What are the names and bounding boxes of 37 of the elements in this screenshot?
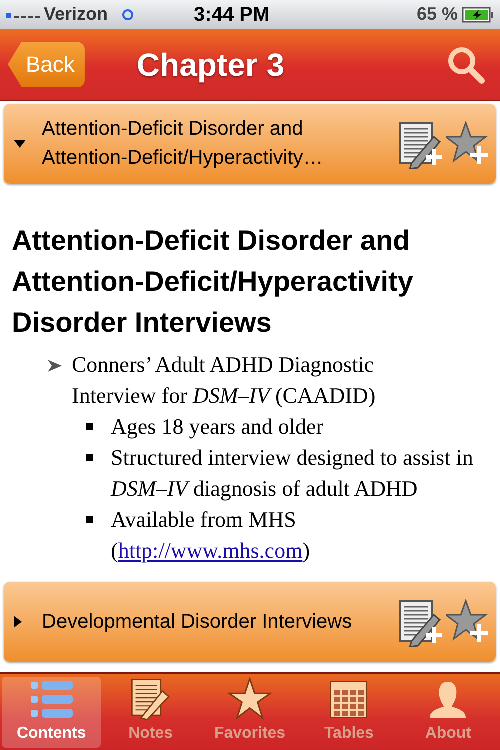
tab[interactable]: Tables xyxy=(300,677,399,748)
square-bullet-icon xyxy=(86,454,93,461)
section-header[interactable]: Developmental Disorder Interviews xyxy=(4,582,496,662)
tab[interactable]: Favorites xyxy=(200,677,300,748)
add-note-icon[interactable] xyxy=(398,597,444,647)
star-icon xyxy=(227,677,273,720)
back-button[interactable]: Back xyxy=(8,42,85,88)
section-heading: Attention-Deficit Disorder and Attention-Deficit/Hyperactivity Disorder Interviews xyxy=(12,224,414,340)
section-header[interactable]: Attention-Deficit Disorder and Attention-Deficit/Hyperactivity… xyxy=(4,104,496,184)
tab[interactable]: Notes xyxy=(101,677,200,748)
add-favorite-icon[interactable] xyxy=(446,121,490,167)
carrier-name: Verizon xyxy=(44,3,108,26)
square-bullet-icon xyxy=(86,516,93,523)
search-icon[interactable] xyxy=(446,44,486,84)
caret-right-icon xyxy=(14,616,22,628)
square-bullet-icon xyxy=(86,423,93,430)
bullet-text: Available from MHS (http://www.mhs.com) xyxy=(111,506,312,565)
add-note-icon[interactable] xyxy=(398,119,444,169)
bullet-text: Structured interview designed to assist in DSM–IV diagnosis of adult ADHD xyxy=(111,444,474,503)
tab[interactable]: About xyxy=(398,677,498,748)
section-title: Developmental Disorder Interviews xyxy=(42,610,354,634)
screen-title: Chapter 3 xyxy=(136,46,285,85)
tab[interactable]: Contents xyxy=(2,677,102,748)
web-link[interactable]: http://www.mhs.com xyxy=(118,538,303,563)
activity-icon xyxy=(122,8,134,20)
section-title: Attention-Deficit Disorder and Attention-Deficit/Hyperactivity… xyxy=(42,117,324,171)
clock: 3:44 PM xyxy=(194,2,270,28)
battery-icon xyxy=(462,6,494,22)
bullet-text: Ages 18 years and older xyxy=(111,413,325,441)
bullet-text: Conners’ Adult ADHD Diagnostic Interview for DSM–IV (CAADID) xyxy=(72,351,377,410)
add-favorite-icon[interactable] xyxy=(446,599,490,645)
arrow-bullet-icon xyxy=(48,360,62,372)
list-icon xyxy=(28,678,75,720)
signal-icon xyxy=(6,12,40,18)
battery-percent: 65 % xyxy=(416,3,458,26)
person-icon xyxy=(428,680,468,720)
caret-down-icon xyxy=(14,140,26,148)
